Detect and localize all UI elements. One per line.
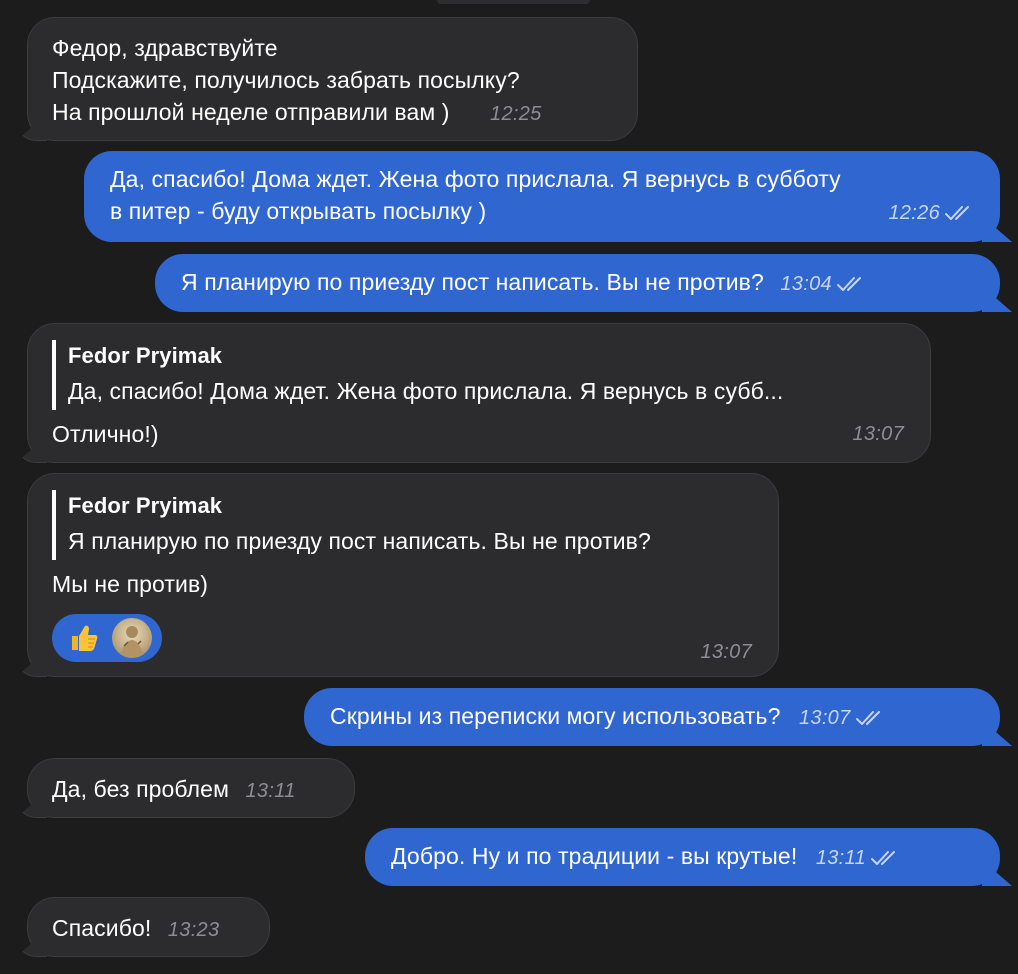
message-text: На прошлой неделе отправили вам ) xyxy=(52,99,450,125)
bubble-tail xyxy=(982,216,1012,242)
bubble-tail xyxy=(982,286,1012,312)
message-time: 13:07 xyxy=(852,423,904,445)
message-text: Спасибо! xyxy=(52,915,152,941)
double-check-icon xyxy=(944,198,974,230)
previous-message-edge xyxy=(437,0,590,4)
message-text: Отлично!) xyxy=(52,421,159,447)
double-check-icon xyxy=(855,703,885,735)
message-text-line: Да, без проблем 13:11 xyxy=(52,773,330,807)
message-text: Добро. Ну и по традиции - вы крутые! xyxy=(391,843,798,869)
bubble-tail xyxy=(982,860,1012,886)
message-text-line: Да, спасибо! Дома ждет. Жена фото присла… xyxy=(110,166,841,192)
message-text: Да, без проблем xyxy=(52,776,229,802)
message-text-line: в питер - буду открывать посылку ) 12:26 xyxy=(110,195,974,227)
message-text-line: Добро. Ну и по традиции - вы крутые! 13:… xyxy=(391,840,974,875)
message-outgoing[interactable]: Я планирую по приезду пост написать. Вы … xyxy=(155,254,1012,312)
message-incoming[interactable]: Fedor Pryimak Я планирую по приезду пост… xyxy=(16,473,779,677)
message-text: Я планирую по приезду пост написать. Вы … xyxy=(181,269,764,295)
reply-text: Да, спасибо! Дома ждет. Жена фото присла… xyxy=(68,378,784,404)
message-text-line: Скрины из переписки могу использовать? 1… xyxy=(330,700,974,735)
message-time: 12:26 xyxy=(888,202,940,224)
message-text-line: Я планирую по приезду пост написать. Вы … xyxy=(181,266,974,301)
message-text-line: Подскажите, получилось забрать посылку? xyxy=(52,67,520,93)
message-time: 13:11 xyxy=(245,780,296,802)
avatar xyxy=(112,618,152,658)
message-incoming[interactable]: Спасибо! 13:23 xyxy=(16,897,270,957)
message-time: 13:04 xyxy=(780,273,832,295)
message-incoming[interactable]: Fedor Pryimak Да, спасибо! Дома ждет. Же… xyxy=(16,323,931,463)
message-time: 13:07 xyxy=(798,707,851,729)
message-text-line: На прошлой неделе отправили вам ) 12:25 xyxy=(52,96,613,130)
message-text-line: Мы не против) xyxy=(52,571,209,597)
bubble-tail xyxy=(982,720,1012,746)
bubble-tail xyxy=(16,791,47,818)
reply-quote[interactable]: Fedor Pryimak Да, спасибо! Дома ждет. Же… xyxy=(52,340,906,410)
message-text: Скрины из переписки могу использовать? xyxy=(330,703,781,729)
thumbs-up-icon xyxy=(68,622,100,654)
reply-text: Я планирую по приезду пост написать. Вы … xyxy=(68,528,651,554)
message-time: 13:23 xyxy=(167,919,220,941)
message-incoming[interactable]: Федор, здравствуйте Подскажите, получило… xyxy=(16,17,638,141)
message-text: в питер - буду открывать посылку ) xyxy=(110,198,487,224)
double-check-icon xyxy=(870,843,900,875)
message-outgoing[interactable]: Добро. Ну и по традиции - вы крутые! 13:… xyxy=(365,828,1012,886)
message-time: 13:07 xyxy=(700,641,752,663)
message-incoming[interactable]: Да, без проблем 13:11 xyxy=(16,758,355,818)
bubble-tail xyxy=(16,930,47,957)
reply-author: Fedor Pryimak xyxy=(68,343,223,368)
bubble-tail xyxy=(16,114,47,141)
message-time: 13:11 xyxy=(815,847,866,869)
reply-quote[interactable]: Fedor Pryimak Я планирую по приезду пост… xyxy=(52,490,754,560)
message-meta: 12:26 xyxy=(888,195,974,230)
double-check-icon xyxy=(836,269,866,301)
reaction-pill[interactable] xyxy=(52,614,162,662)
message-outgoing[interactable]: Скрины из переписки могу использовать? 1… xyxy=(304,688,1012,746)
message-outgoing[interactable]: Да, спасибо! Дома ждет. Жена фото присла… xyxy=(84,151,1012,242)
reply-author: Fedor Pryimak xyxy=(68,493,223,518)
message-text-line: Спасибо! 13:23 xyxy=(52,912,245,946)
bubble-tail xyxy=(16,650,47,677)
message-text-line: Отлично!) 13:07 xyxy=(52,418,906,450)
message-time: 12:25 xyxy=(490,103,542,125)
message-text-line: Федор, здравствуйте xyxy=(52,35,278,61)
bubble-tail xyxy=(16,436,47,463)
